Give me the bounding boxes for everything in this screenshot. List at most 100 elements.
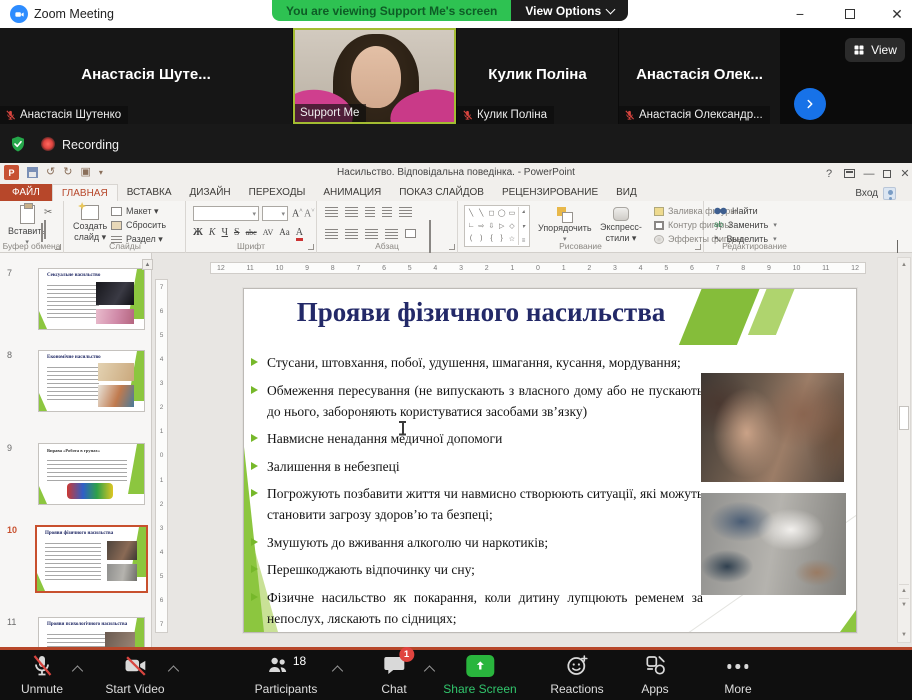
ppt-close-button[interactable]: ✕ xyxy=(896,166,912,181)
thumbnail-scroll-up-button[interactable]: ▲ xyxy=(142,259,153,270)
previous-slide-button[interactable]: ▲ xyxy=(899,584,909,597)
unmute-button[interactable]: Unmute xyxy=(21,653,63,699)
chat-button[interactable]: 1 Chat xyxy=(381,653,406,699)
slide-canvas[interactable]: Прояви фізичного насильства Стусани, што… xyxy=(243,288,857,633)
shadow-button[interactable]: abc xyxy=(246,229,257,237)
find-button[interactable]: Найти xyxy=(714,206,758,216)
tab-file[interactable]: ФАЙЛ xyxy=(0,184,52,201)
numbering-button[interactable] xyxy=(345,207,358,217)
slide-thumbnail-7[interactable]: Сексуальне насильство xyxy=(38,268,145,330)
ppt-minimize-button[interactable]: — xyxy=(860,166,878,181)
tab-animations[interactable]: АНИМАЦИЯ xyxy=(314,184,390,201)
scroll-down-button[interactable]: ▼ xyxy=(899,629,909,641)
increase-font-button[interactable]: А˄ xyxy=(292,208,303,219)
save-icon[interactable] xyxy=(27,167,38,178)
start-slideshow-icon[interactable]: ▣ xyxy=(80,167,90,178)
reset-button[interactable]: Сбросить xyxy=(111,220,166,230)
ribbon-display-options-button[interactable] xyxy=(840,166,858,181)
align-right-button[interactable] xyxy=(365,229,378,239)
increase-indent-button[interactable] xyxy=(382,207,392,217)
justify-button[interactable] xyxy=(385,229,398,239)
audio-options-chevron[interactable] xyxy=(74,664,83,673)
align-left-button[interactable] xyxy=(325,229,338,239)
new-slide-button[interactable]: Создать слайд ▾ xyxy=(73,205,107,243)
cut-button[interactable]: ✂ xyxy=(44,207,52,218)
font-name-combobox[interactable]: ▾ xyxy=(193,206,259,221)
security-shield-icon[interactable] xyxy=(8,134,28,154)
slide-scrollbar[interactable]: ▲ ▲ ▼ ▼ xyxy=(897,257,911,643)
recording-indicator-icon[interactable] xyxy=(41,137,55,151)
strikethrough-button[interactable]: S xyxy=(234,228,240,238)
scroll-up-button[interactable]: ▲ xyxy=(899,259,909,271)
copy-button[interactable] xyxy=(44,221,46,239)
maximize-button[interactable] xyxy=(835,4,865,24)
tab-home[interactable]: ГЛАВНАЯ xyxy=(52,184,118,201)
shapes-gallery-scroll[interactable]: ▴▾≡ xyxy=(518,207,528,245)
participants-options-chevron[interactable] xyxy=(334,664,343,673)
horizontal-ruler[interactable]: 1211109876543210123456789101112 xyxy=(210,262,866,274)
sign-in-control[interactable]: Вход xyxy=(855,187,896,200)
scrollbar-thumb[interactable] xyxy=(899,406,909,430)
slide-thumbnail-10-selected[interactable]: Прояви фізичного насильства xyxy=(35,525,148,593)
participants-button[interactable]: 18 Participants xyxy=(255,653,318,699)
start-video-button[interactable]: Start Video xyxy=(105,653,164,699)
bullets-button[interactable] xyxy=(325,207,338,217)
underline-button[interactable]: Ч xyxy=(222,228,229,238)
video-options-chevron[interactable] xyxy=(170,664,179,673)
layout-button[interactable]: Макет ▾ xyxy=(111,206,159,217)
decrease-indent-button[interactable] xyxy=(365,207,375,217)
columns-button[interactable] xyxy=(405,229,416,238)
replace-button[interactable]: abЗаменить▾ xyxy=(714,220,777,230)
tab-transitions[interactable]: ПЕРЕХОДЫ xyxy=(240,184,315,201)
view-layout-button[interactable]: View xyxy=(845,38,905,62)
slide-thumbnail-11[interactable]: Прояви психологічного насильства xyxy=(38,617,145,647)
minimize-button[interactable]: − xyxy=(785,4,815,24)
help-button[interactable]: ? xyxy=(820,166,838,181)
more-button[interactable]: More xyxy=(724,653,751,699)
tab-slideshow[interactable]: ПОКАЗ СЛАЙДОВ xyxy=(390,184,493,201)
customize-qat-icon[interactable]: ▾ xyxy=(99,169,103,177)
participant-tile-active-video[interactable]: Support Me xyxy=(293,28,456,124)
reactions-button[interactable]: Reactions xyxy=(550,653,603,699)
tab-review[interactable]: РЕЦЕНЗИРОВАНИЕ xyxy=(493,184,607,201)
slide-thumbnail-9[interactable]: Вправа «Робота в групах» xyxy=(38,443,145,505)
change-case-button[interactable]: Aa xyxy=(279,228,290,237)
redo-icon[interactable]: ↻ xyxy=(63,167,72,178)
next-participants-button[interactable] xyxy=(794,88,826,120)
participant-tile[interactable]: Кулик Поліна Кулик Поліна xyxy=(457,28,618,124)
participant-tile[interactable]: Анастасія Шуте... Анастасія Шутенко xyxy=(0,28,292,124)
line-spacing-button[interactable] xyxy=(399,207,412,217)
dialog-launcher-icon[interactable] xyxy=(308,244,314,250)
share-screen-button[interactable]: Share Screen xyxy=(443,653,516,699)
character-spacing-button[interactable]: AV xyxy=(263,229,274,237)
tab-insert[interactable]: ВСТАВКА xyxy=(118,184,181,201)
dialog-launcher-icon[interactable] xyxy=(55,244,61,250)
font-size-combobox[interactable]: ▾ xyxy=(262,206,288,221)
powerpoint-logo-icon[interactable]: P xyxy=(4,165,19,180)
apps-button[interactable]: Apps xyxy=(641,653,668,699)
vertical-ruler[interactable]: 765432101234567 xyxy=(155,279,168,633)
italic-button[interactable]: К xyxy=(209,228,216,238)
undo-icon[interactable]: ↺ xyxy=(46,167,55,178)
tab-design[interactable]: ДИЗАЙН xyxy=(181,184,240,201)
view-options-button[interactable]: View Options xyxy=(511,0,628,21)
dialog-launcher-icon[interactable] xyxy=(695,244,701,250)
bold-button[interactable]: Ж xyxy=(193,228,203,238)
chat-options-chevron[interactable] xyxy=(426,664,435,673)
shape-arrow-icon: ⇩ xyxy=(489,222,495,230)
tab-view[interactable]: ВИД xyxy=(607,184,646,201)
slide-thumbnail-8[interactable]: Економічне насильство xyxy=(38,350,145,412)
next-slide-button[interactable]: ▼ xyxy=(899,598,909,611)
slide-bullet-list[interactable]: Стусани, штовхання, побої, удушення, шма… xyxy=(251,352,703,633)
dialog-launcher-icon[interactable] xyxy=(449,244,455,250)
ppt-restore-button[interactable] xyxy=(878,166,896,181)
decrease-font-button[interactable]: А˅ xyxy=(304,208,315,219)
participant-tile[interactable]: Анастасія Олек... Анастасія Олександр... xyxy=(619,28,780,124)
font-color-button[interactable]: А xyxy=(296,228,303,241)
bullet-triangle-icon xyxy=(251,386,258,394)
arrange-button[interactable]: Упорядочить ▾ xyxy=(538,207,592,243)
quick-styles-button[interactable]: Экспресс- стили ▾ xyxy=(600,207,642,244)
slide-title[interactable]: Прояви фізичного насильства xyxy=(256,297,706,328)
close-button[interactable]: ✕ xyxy=(882,4,912,24)
align-center-button[interactable] xyxy=(345,229,358,239)
